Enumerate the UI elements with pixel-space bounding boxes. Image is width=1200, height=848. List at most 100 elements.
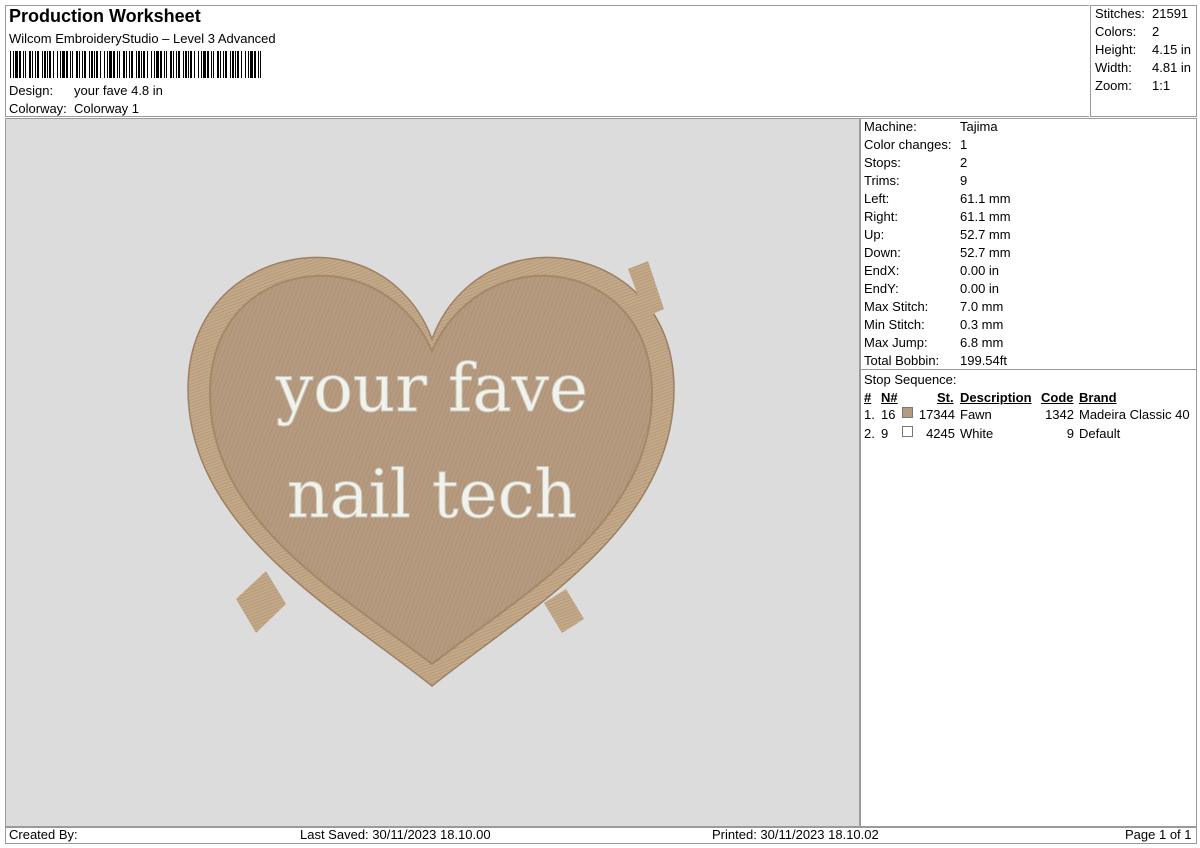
stat-label: Height: xyxy=(1095,42,1137,57)
barcode-bar xyxy=(201,51,202,78)
machine-info-label: Color changes: xyxy=(864,137,952,152)
machine-info-label: EndY: xyxy=(864,281,899,296)
barcode-bar xyxy=(119,51,120,78)
stop-row-2-num: 2. xyxy=(864,426,875,441)
barcode-bar xyxy=(160,51,162,78)
barcode-bar xyxy=(194,51,195,78)
barcode-bar xyxy=(42,51,43,78)
colorway-value: Colorway 1 xyxy=(74,101,140,116)
design-preview: your fave nail tech xyxy=(5,118,860,827)
barcode-bar xyxy=(57,51,58,78)
barcode-bar xyxy=(223,51,224,78)
barcode-bar xyxy=(107,51,108,78)
barcode-bar xyxy=(151,51,152,78)
barcode-bar xyxy=(225,51,227,78)
barcode-bar xyxy=(207,51,209,78)
machine-info-value: 0.00 in xyxy=(960,263,1000,278)
stop-row-1-code: 1342 xyxy=(1045,407,1074,422)
col-header-brand: Brand xyxy=(1079,390,1117,405)
stop-row-2-description: White xyxy=(960,426,994,441)
stat-label: Stitches: xyxy=(1095,6,1145,21)
barcode-bar xyxy=(147,51,148,78)
barcode-bar xyxy=(49,51,51,78)
barcode-bar xyxy=(230,51,231,78)
barcode-bar xyxy=(185,51,187,78)
machine-info-label: Trims: xyxy=(864,173,900,188)
barcode-bar xyxy=(211,51,212,78)
col-header-num: # xyxy=(864,390,872,405)
barcode-bar xyxy=(141,51,142,78)
barcode-bar xyxy=(188,51,189,78)
barcode-bar xyxy=(173,51,174,78)
barcode-bar xyxy=(176,51,177,78)
barcode-bar xyxy=(248,51,249,78)
software-subtitle: Wilcom EmbroideryStudio – Level 3 Advanc… xyxy=(9,31,276,46)
barcode-bar xyxy=(245,51,246,78)
barcode-bar xyxy=(29,51,31,78)
barcode-bar xyxy=(232,51,234,78)
barcode-bar xyxy=(84,51,86,78)
machine-info-label: Right: xyxy=(864,209,898,224)
barcode xyxy=(10,51,261,78)
col-header-code: Code xyxy=(1041,390,1074,405)
col-header-description: Description xyxy=(960,390,1032,405)
machine-info-label: Max Stitch: xyxy=(864,299,929,314)
stop-row-2-code: 9 xyxy=(1066,426,1074,441)
barcode-bar xyxy=(37,51,39,78)
colorway-label: Colorway: xyxy=(9,101,67,116)
barcode-bar xyxy=(260,51,261,78)
stop-row-1-n: 16 xyxy=(881,407,896,422)
barcode-bar xyxy=(213,51,214,78)
barcode-bar xyxy=(66,51,68,78)
barcode-bar xyxy=(100,51,101,78)
machine-info-label: Total Bobbin: xyxy=(864,353,940,368)
barcode-bar xyxy=(44,51,46,78)
stat-value: 1:1 xyxy=(1152,78,1171,93)
barcode-bar xyxy=(131,51,133,78)
barcode-bar xyxy=(258,51,259,78)
stop-row-2-st: 4245 xyxy=(926,426,955,441)
machine-info-value: 52.7 mm xyxy=(960,227,1011,242)
last-saved: Last Saved: 30/11/2023 18.10.00 xyxy=(300,827,491,842)
barcode-bar xyxy=(138,51,140,78)
worksheet-footer xyxy=(5,827,1197,844)
machine-info-value: 2 xyxy=(960,155,968,170)
barcode-bar xyxy=(154,51,155,78)
embroidery-design: your fave nail tech xyxy=(187,256,675,687)
barcode-bar xyxy=(109,51,112,78)
barcode-bar xyxy=(250,51,253,78)
divider xyxy=(860,369,1197,370)
barcode-bar xyxy=(94,51,95,78)
machine-info-value: 199.54ft xyxy=(960,353,1007,368)
stat-label: Colors: xyxy=(1095,24,1137,39)
barcode-bar xyxy=(76,51,78,78)
machine-info-value: Tajima xyxy=(960,119,998,134)
col-header-st: St. xyxy=(937,390,954,405)
barcode-bar xyxy=(25,51,26,78)
stop-sequence-title: Stop Sequence: xyxy=(864,372,957,387)
barcode-bar xyxy=(241,51,242,78)
barcode-bar xyxy=(89,51,90,78)
thread-swatch-fawn xyxy=(902,407,913,418)
barcode-bar xyxy=(47,51,48,78)
machine-info-value: 61.1 mm xyxy=(960,209,1011,224)
barcode-bar xyxy=(113,51,115,78)
machine-info-label: Max Jump: xyxy=(864,335,928,350)
stop-row-2-n: 9 xyxy=(881,426,889,441)
stat-label: Zoom: xyxy=(1095,78,1132,93)
machine-info-value: 0.00 in xyxy=(960,281,1000,296)
barcode-bar xyxy=(136,51,137,78)
barcode-bar xyxy=(96,51,98,78)
barcode-bar xyxy=(237,51,239,78)
stop-row-2-brand: Default xyxy=(1079,426,1121,441)
barcode-bar xyxy=(15,51,18,78)
barcode-bar xyxy=(13,51,14,78)
tack-piece-bottom-left xyxy=(236,571,286,633)
barcode-bar xyxy=(129,51,130,78)
stop-row-1-brand: Madeira Classic 40 xyxy=(1079,407,1190,422)
barcode-bar xyxy=(104,51,105,78)
stop-row-1-description: Fawn xyxy=(960,407,992,422)
barcode-bar xyxy=(183,51,184,78)
barcode-bar xyxy=(220,51,221,78)
barcode-bar xyxy=(143,51,145,78)
